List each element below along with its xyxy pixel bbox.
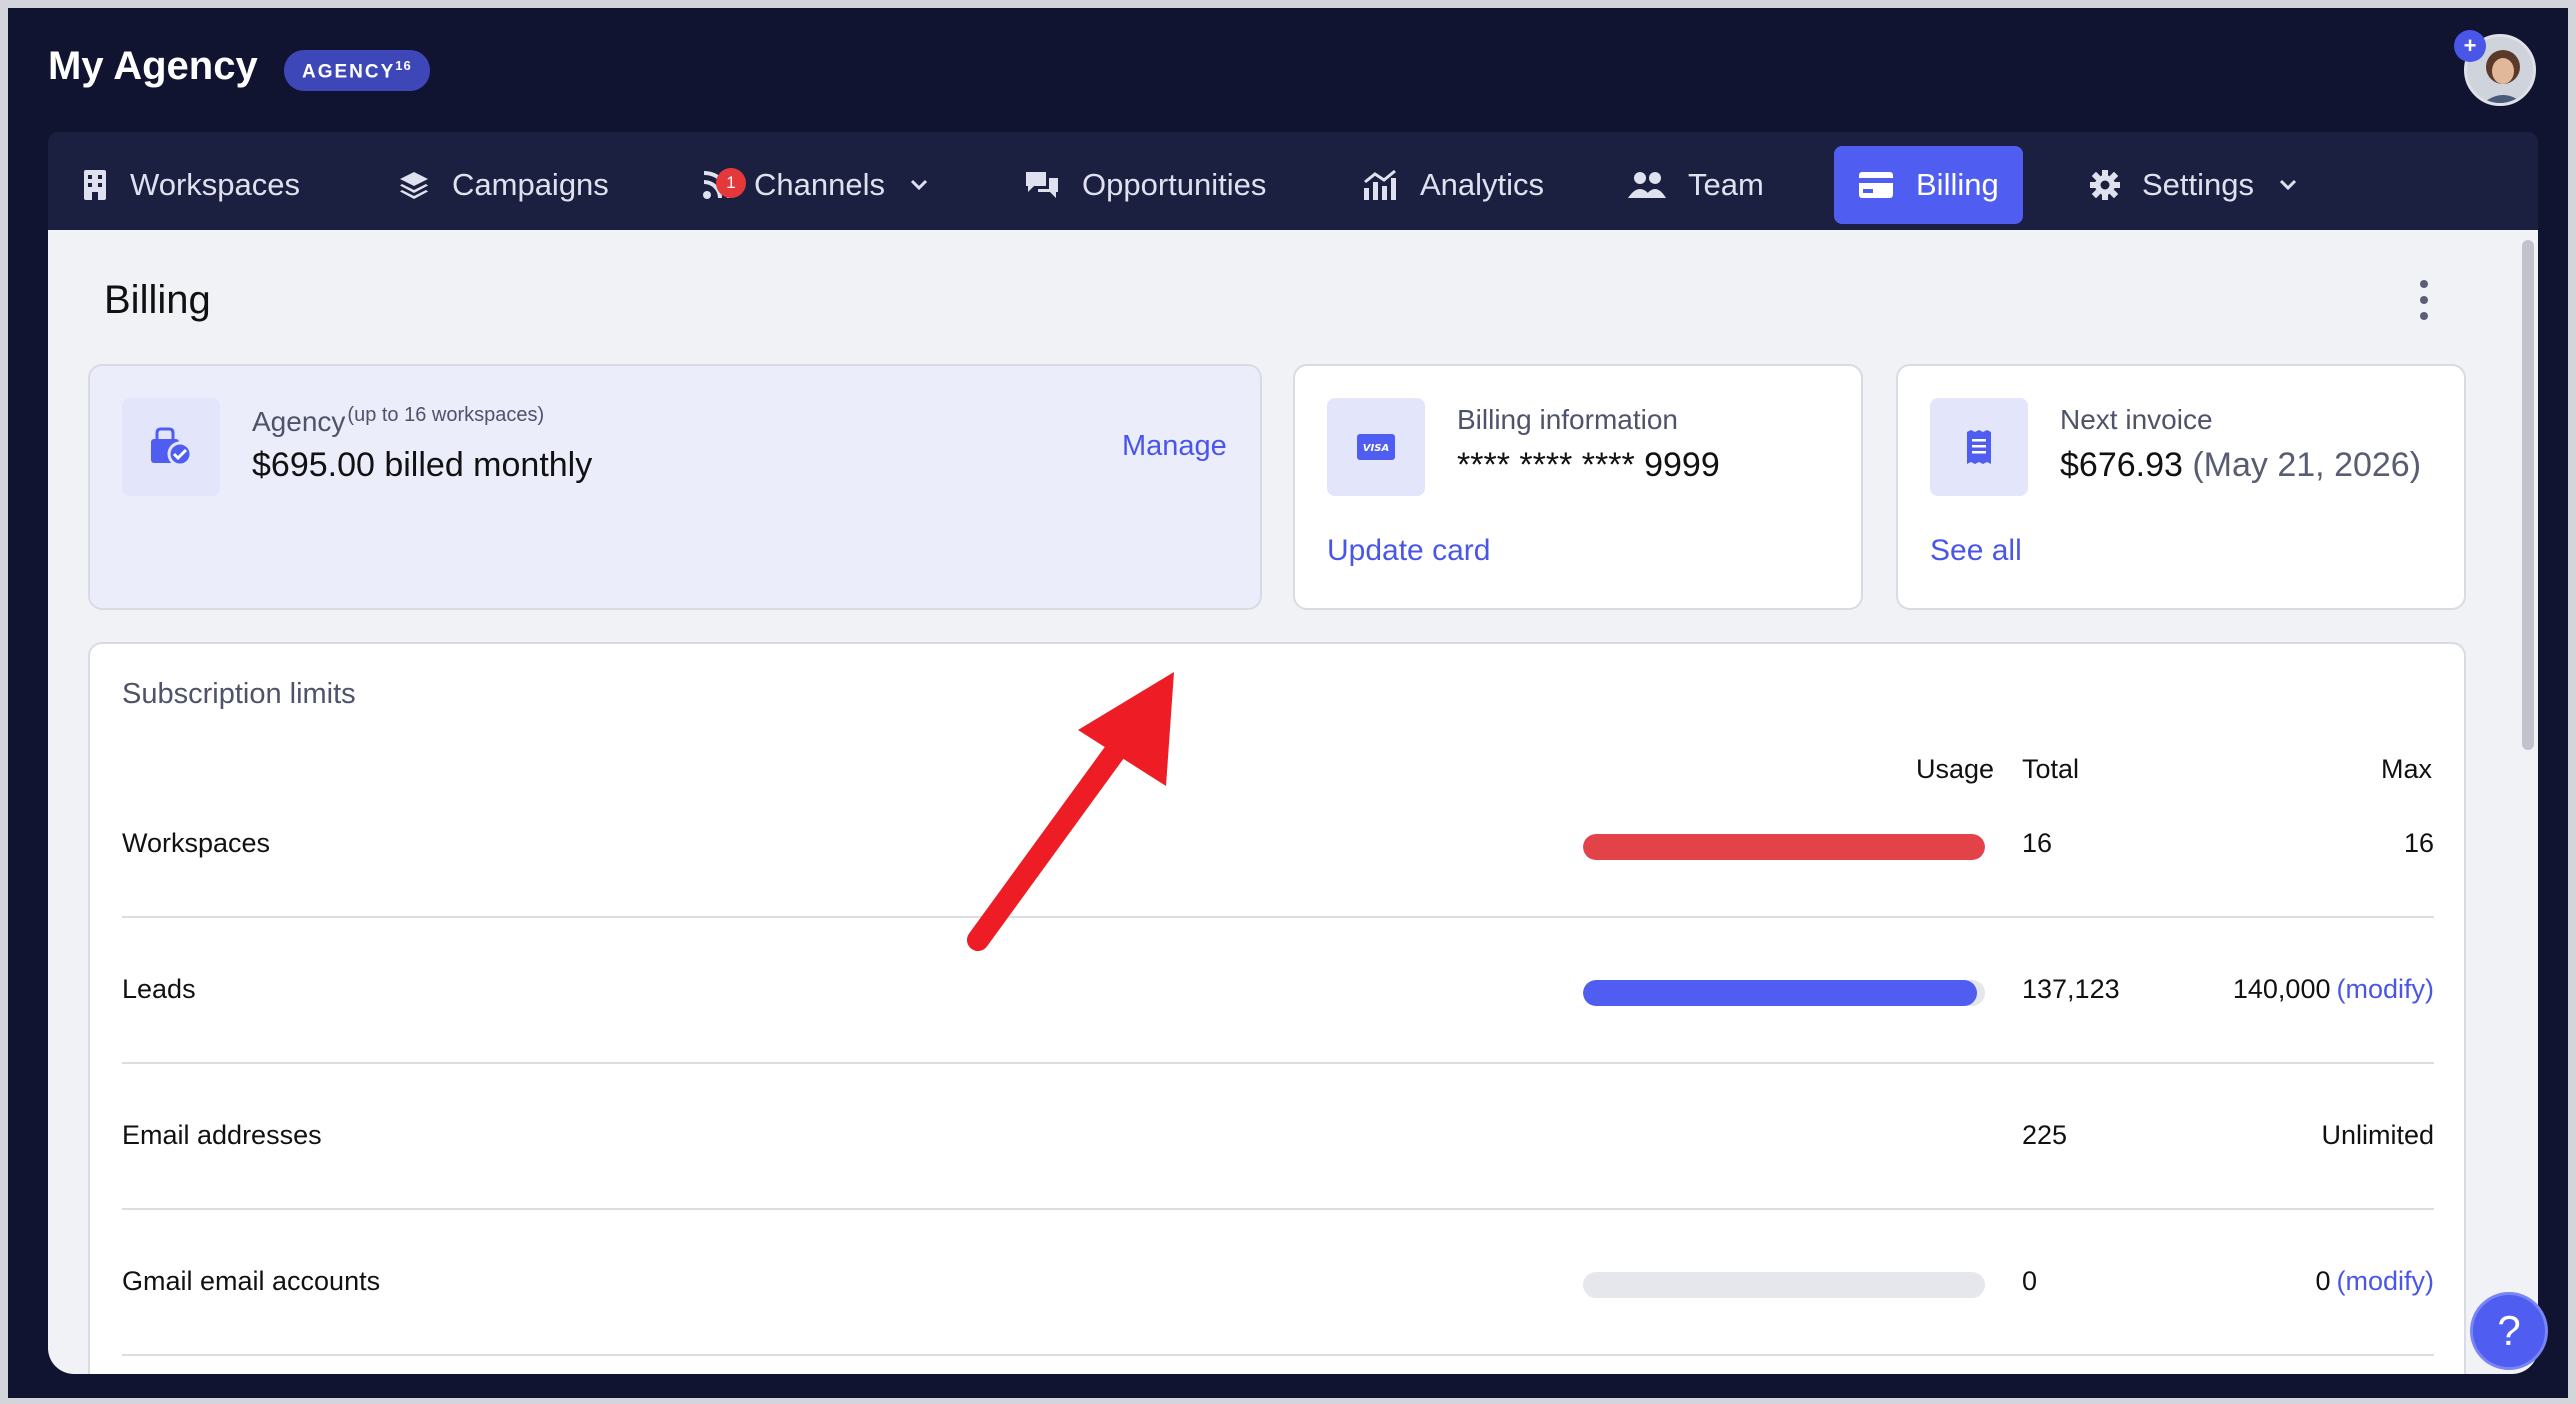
limit-name: Leads xyxy=(122,974,196,1004)
top-bar: My Agency AGENCY16 + xyxy=(8,8,2568,132)
layers-icon xyxy=(398,170,430,200)
manage-plan-link[interactable]: Manage xyxy=(1122,430,1227,463)
subscription-limits-panel: Subscription limits Usage Total Max Work… xyxy=(88,642,2466,1374)
nav-label: Channels xyxy=(754,167,885,202)
next-invoice-label: Next invoice xyxy=(2060,404,2213,435)
invoice-amount: $676.93 xyxy=(2060,446,2183,484)
nav-label: Campaigns xyxy=(452,167,609,202)
billing-info-label: Billing information xyxy=(1457,404,1678,435)
limit-total: 0 xyxy=(2022,1266,2038,1296)
nav-opportunities[interactable]: Opportunities xyxy=(1024,146,1266,224)
nav-team[interactable]: Team xyxy=(1628,146,1764,224)
limit-row-workspaces: Workspaces 16 16 xyxy=(122,772,2434,918)
limit-max: 0 (modify) xyxy=(2315,1266,2434,1296)
annotation-arrow-icon xyxy=(967,672,1174,951)
gear-icon xyxy=(2090,170,2120,200)
page-title: Billing xyxy=(104,278,211,322)
modify-gmail-link[interactable]: (modify) xyxy=(2336,1266,2434,1296)
limit-name: Gmail email accounts xyxy=(122,1266,381,1296)
nav-settings[interactable]: Settings xyxy=(2090,146,2298,224)
next-invoice-value: $676.93 (May 21, 2026) xyxy=(2060,446,2421,485)
subscription-limits-title: Subscription limits xyxy=(122,678,356,710)
usage-bar-fill xyxy=(1583,834,1985,860)
plan-icon xyxy=(122,398,220,496)
usage-bar xyxy=(1583,980,1985,1006)
nav-label: Settings xyxy=(2142,167,2255,202)
limit-max: Unlimited xyxy=(2321,1120,2434,1150)
limit-total: 225 xyxy=(2022,1120,2068,1150)
app-title: My Agency xyxy=(48,44,258,88)
plan-card: Agency (up to 16 workspaces) $695.00 bill… xyxy=(88,364,1262,610)
nav-channels[interactable]: 1 Channels xyxy=(702,146,929,224)
next-invoice-card: Next invoice $676.93 (May 21, 2026) See … xyxy=(1896,364,2466,610)
limit-row-email-addresses: Email addresses 225 Unlimited xyxy=(122,1064,2434,1210)
building-icon xyxy=(82,170,108,200)
nav-label: Workspaces xyxy=(130,167,300,202)
billing-info-card: VISA Billing information **** **** **** … xyxy=(1293,364,1863,610)
help-button[interactable]: ? xyxy=(2470,1292,2548,1370)
invoice-date: (May 21, 2026) xyxy=(2192,446,2422,484)
limit-max: 16 xyxy=(2403,828,2434,858)
modify-leads-link[interactable]: (modify) xyxy=(2336,974,2434,1004)
more-options-icon[interactable] xyxy=(2414,280,2434,320)
main-nav: Workspaces Campaigns 1 Channels Opportun… xyxy=(48,132,2538,230)
limit-total: 16 xyxy=(2022,828,2053,858)
plan-badge: AGENCY16 xyxy=(284,50,430,92)
billing-page: Billing Agency (up to 16 workspaces) $695… xyxy=(48,230,2538,1374)
limit-total: 137,123 xyxy=(2022,974,2120,1004)
chat-bubbles-icon xyxy=(1024,170,1060,200)
usage-bar xyxy=(1583,1272,1985,1298)
nav-campaigns[interactable]: Campaigns xyxy=(398,146,609,224)
rss-icon: 1 xyxy=(702,168,746,200)
usage-bar xyxy=(1583,834,1985,860)
nav-label: Billing xyxy=(1916,167,1999,202)
nav-label: Analytics xyxy=(1420,167,1545,202)
chart-icon xyxy=(1362,170,1398,200)
nav-workspaces[interactable]: Workspaces xyxy=(82,146,300,224)
limit-name: Workspaces xyxy=(122,828,271,858)
add-account-button[interactable]: + xyxy=(2454,30,2486,62)
plan-price: $695.00 billed monthly xyxy=(252,446,593,484)
users-icon xyxy=(1628,170,1666,200)
limit-name: Email addresses xyxy=(122,1120,322,1150)
plan-limit-note: (up to 16 workspaces) xyxy=(347,404,545,426)
credit-card-icon xyxy=(1858,171,1894,199)
see-all-invoices-link[interactable]: See all xyxy=(1930,534,2022,568)
nav-label: Opportunities xyxy=(1082,167,1267,202)
plan-name: Agency (up to 16 workspaces) xyxy=(252,404,545,437)
card-number: **** **** **** 9999 xyxy=(1457,446,1720,484)
usage-bar-fill xyxy=(1583,980,1977,1006)
update-card-link[interactable]: Update card xyxy=(1327,534,1490,568)
limit-row-gmail-accounts: Gmail email accounts 0 0 (modify) xyxy=(122,1210,2434,1356)
chevron-down-icon xyxy=(909,178,929,192)
app-window: My Agency AGENCY16 + Workspaces Campaign… xyxy=(8,8,2568,1398)
limit-max: 140,000 (modify) xyxy=(2232,974,2434,1004)
nav-analytics[interactable]: Analytics xyxy=(1362,146,1544,224)
scrollbar-thumb[interactable] xyxy=(2522,240,2534,750)
notification-badge: 1 xyxy=(716,168,746,198)
limit-row-leads: Leads 137,123 140,000 (modify) xyxy=(122,918,2434,1064)
nav-label: Team xyxy=(1688,167,1764,202)
receipt-icon xyxy=(1930,398,2028,496)
svg-text:VISA: VISA xyxy=(1363,443,1389,454)
visa-card-icon: VISA xyxy=(1327,398,1425,496)
chevron-down-icon xyxy=(2278,178,2298,192)
nav-billing[interactable]: Billing xyxy=(1834,146,2023,224)
